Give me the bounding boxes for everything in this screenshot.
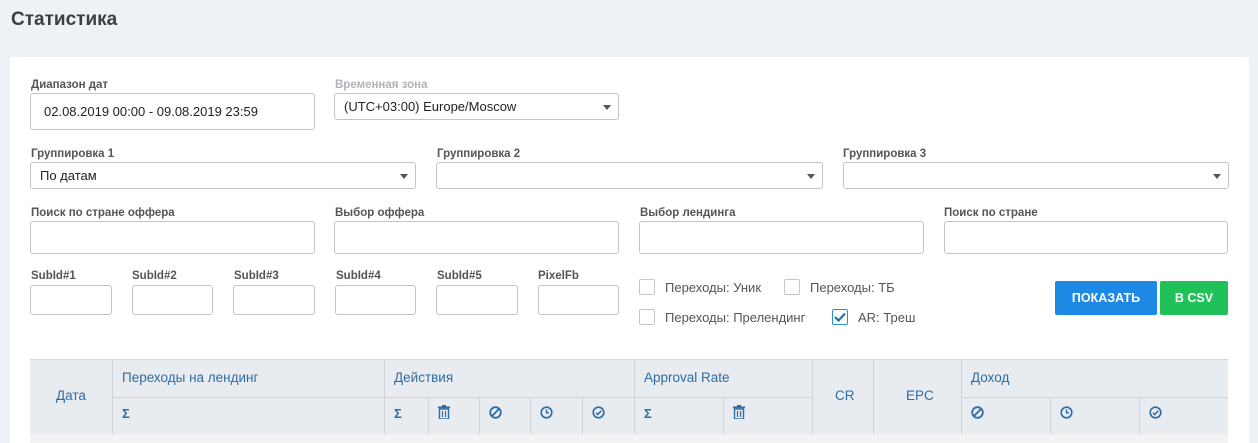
clock-icon[interactable] xyxy=(540,406,553,421)
subid2-label: SubId#2 xyxy=(132,270,177,282)
subid1-label: SubId#1 xyxy=(31,270,76,282)
landing-input[interactable] xyxy=(639,221,924,254)
col-date[interactable]: Дата xyxy=(56,388,86,403)
check-circle-icon[interactable] xyxy=(1149,406,1162,421)
timezone-select[interactable]: (UTC+03:00) Europe/Moscow xyxy=(334,93,619,120)
chevron-down-icon xyxy=(603,104,611,110)
col-cr[interactable]: CR xyxy=(835,388,855,403)
subid4-label: SubId#4 xyxy=(336,270,381,282)
checkbox-box[interactable] xyxy=(784,279,800,295)
col-epc[interactable]: EPC xyxy=(906,388,934,403)
chevron-down-icon xyxy=(807,173,815,179)
timezone-value: (UTC+03:00) Europe/Moscow xyxy=(344,99,517,114)
col-approval-rate[interactable]: Approval Rate xyxy=(644,370,730,385)
chevron-down-icon xyxy=(400,173,408,179)
ban-icon[interactable] xyxy=(971,406,984,421)
grouping3-label: Группировка 3 xyxy=(843,148,927,160)
date-range-label: Диапазон дат xyxy=(31,79,109,91)
country-input[interactable] xyxy=(944,221,1228,254)
checkbox-prelanding-clicks[interactable]: Переходы: Прелендинг xyxy=(639,309,805,325)
sigma-icon[interactable]: Σ xyxy=(122,407,130,420)
checkbox-box-checked[interactable] xyxy=(832,309,848,325)
date-range-input[interactable]: 02.08.2019 00:00 - 09.08.2019 23:59 xyxy=(30,93,315,130)
subid3-label: SubId#3 xyxy=(234,270,279,282)
pixelfb-input[interactable] xyxy=(538,285,619,315)
grouping1-value: По датам xyxy=(40,168,97,183)
grouping1-label: Группировка 1 xyxy=(31,148,115,160)
timezone-label: Временная зона xyxy=(335,79,428,91)
subid3-input[interactable] xyxy=(233,285,315,315)
landing-label: Выбор лендинга xyxy=(640,207,736,219)
subid5-label: SubId#5 xyxy=(437,270,482,282)
pixelfb-label: PixelFb xyxy=(538,270,579,282)
grouping2-label: Группировка 2 xyxy=(437,148,521,160)
checkbox-tb-clicks[interactable]: Переходы: ТБ xyxy=(784,279,895,295)
check-circle-icon[interactable] xyxy=(592,406,605,421)
col-landing-clicks[interactable]: Переходы на лендинг xyxy=(122,370,258,385)
subid1-input[interactable] xyxy=(30,285,112,315)
col-actions[interactable]: Действия xyxy=(394,370,453,385)
check-icon xyxy=(834,312,846,322)
subid5-input[interactable] xyxy=(436,285,518,315)
clock-icon[interactable] xyxy=(1060,406,1073,421)
ban-icon[interactable] xyxy=(489,406,502,421)
offer-country-label: Поиск по стране оффера xyxy=(31,207,175,219)
checkbox-label: AR: Треш xyxy=(858,309,916,325)
grouping1-select[interactable]: По датам xyxy=(30,162,416,189)
date-range-value: 02.08.2019 00:00 - 09.08.2019 23:59 xyxy=(44,104,258,119)
checkbox-label: Переходы: ТБ xyxy=(810,279,895,295)
subid4-input[interactable] xyxy=(335,285,416,315)
csv-export-button[interactable]: В CSV xyxy=(1160,281,1228,315)
checkbox-ar-trash[interactable]: AR: Треш xyxy=(832,309,915,325)
table-row xyxy=(30,434,1228,443)
grouping2-select[interactable] xyxy=(436,162,823,189)
checkbox-box[interactable] xyxy=(639,279,655,295)
checkbox-box[interactable] xyxy=(639,309,655,325)
trash-icon[interactable] xyxy=(438,405,450,421)
chevron-down-icon xyxy=(1213,173,1221,179)
sigma-icon[interactable]: Σ xyxy=(644,407,652,420)
offer-country-input[interactable] xyxy=(30,221,315,254)
country-label: Поиск по стране xyxy=(944,207,1038,219)
show-button[interactable]: ПОКАЗАТЬ xyxy=(1055,281,1157,315)
page-title: Статистика xyxy=(11,9,118,30)
sigma-icon[interactable]: Σ xyxy=(394,407,402,420)
grouping3-select[interactable] xyxy=(843,162,1229,189)
subid2-input[interactable] xyxy=(132,285,213,315)
offer-input[interactable] xyxy=(334,221,619,254)
col-income[interactable]: Доход xyxy=(971,370,1009,385)
checkbox-label: Переходы: Уник xyxy=(665,279,762,295)
trash-icon[interactable] xyxy=(733,405,745,421)
offer-label: Выбор оффера xyxy=(335,207,425,219)
stats-table-header: Дата Переходы на лендинг Действия Approv… xyxy=(30,359,1228,435)
checkbox-label: Переходы: Прелендинг xyxy=(665,309,806,325)
checkbox-unique-clicks[interactable]: Переходы: Уник xyxy=(639,279,761,295)
